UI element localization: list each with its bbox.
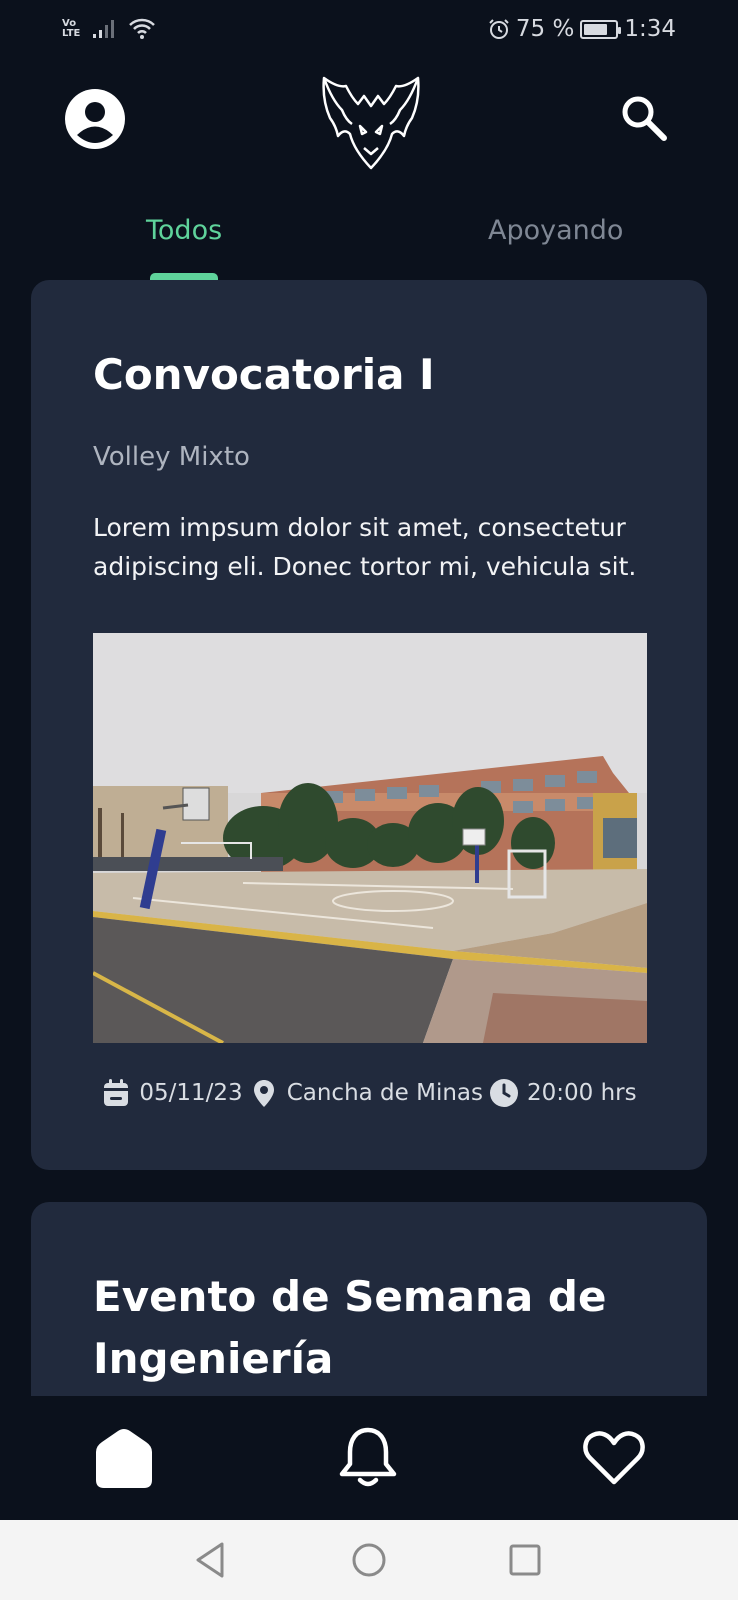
status-left: Vo LTE [62,17,156,41]
search-icon[interactable] [618,92,670,144]
alarm-icon [489,19,509,39]
account-circle-icon[interactable] [64,88,126,150]
status-right: 75 % 1:34 [488,16,676,42]
system-nav-bar [0,1520,738,1600]
event-card[interactable]: Convocatoria I Volley Mixto Lorem impsum… [31,280,707,1170]
event-time-text: 20:00 hrs [527,1080,637,1106]
card-title: Evento de Semana de Ingeniería [93,1272,607,1383]
event-date-text: 05/11/23 [139,1080,243,1106]
card-description: Lorem impsum dolor sit amet, consectetur… [93,513,637,581]
bat-logo-icon [316,70,426,174]
card-subtitle: Volley Mixto [93,442,250,472]
status-bar: Vo LTE 75 % 1:34 [0,0,738,58]
home-icon[interactable] [92,1426,156,1490]
tab-apoyando[interactable]: Apoyando [488,215,623,246]
signal-icon [93,20,115,38]
court-photo [93,633,647,1043]
back-icon[interactable] [192,1540,232,1580]
app-header [0,60,738,190]
bottom-nav [0,1396,738,1520]
battery-icon [580,19,622,39]
battery-percent: 75 % [515,16,575,42]
event-location: Cancha de Minas [249,1078,483,1108]
status-time: 1:34 [624,16,676,42]
calendar-icon [104,1079,129,1106]
event-location-text: Cancha de Minas [286,1080,483,1106]
event-date: 05/11/23 [101,1078,243,1108]
wifi-icon [129,18,156,39]
bell-icon[interactable] [336,1426,400,1490]
tab-todos[interactable]: Todos [146,215,222,246]
clock-icon [490,1079,518,1107]
card-title: Convocatoria I [93,350,435,399]
volte-icon: Vo LTE [62,19,80,39]
event-card[interactable]: Evento de Semana de Ingeniería [31,1202,707,1412]
recent-apps-icon[interactable] [505,1540,545,1580]
battery-level [584,23,607,35]
home-circle-icon[interactable] [349,1540,389,1580]
volte-bottom: LTE [62,28,81,39]
event-meta: 05/11/23 Cancha de Minas 20:00 hrs [31,1078,707,1108]
location-pin-icon [253,1080,274,1107]
heart-icon[interactable] [582,1426,646,1490]
event-time: 20:00 hrs [489,1078,637,1108]
tab-bar: Todos Apoyando [0,205,738,283]
